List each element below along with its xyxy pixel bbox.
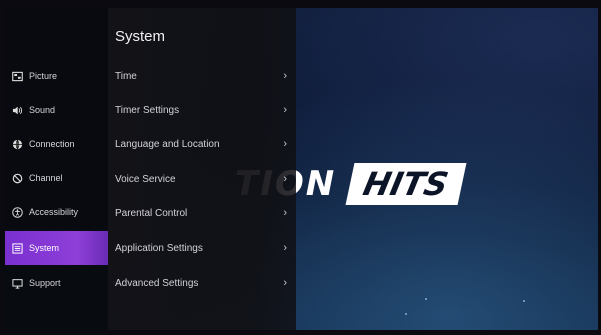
chevron-right-icon: › <box>283 70 287 82</box>
promo-text-hits: HITS <box>345 163 467 205</box>
menu-item-timer-settings[interactable]: Timer Settings › <box>108 93 296 127</box>
menu-item-application-settings[interactable]: Application Settings › <box>108 231 296 265</box>
background-sparkle <box>425 298 427 300</box>
sidebar-item-label: Channel <box>29 173 63 183</box>
menu-item-label: Advanced Settings <box>115 277 199 289</box>
satellite-icon <box>12 173 23 184</box>
sidebar-item-label: System <box>29 243 60 253</box>
chevron-right-icon: › <box>283 207 287 219</box>
menu-item-label: Language and Location <box>115 138 220 150</box>
chevron-right-icon: › <box>283 173 287 185</box>
sound-icon <box>12 105 23 116</box>
menu-item-language-and-location[interactable]: Language and Location › <box>108 127 296 161</box>
sidebar-item-label: Sound <box>29 105 56 115</box>
screen-content: TION HITS Picture Sound <box>5 8 598 330</box>
sidebar-item-accessibility[interactable]: Accessibility <box>5 195 108 229</box>
support-icon <box>12 278 23 289</box>
sidebar-item-system[interactable]: System <box>5 231 108 265</box>
sidebar-item-sound[interactable]: Sound <box>5 93 108 127</box>
sidebar-item-connection[interactable]: Connection <box>5 127 108 161</box>
picture-icon <box>12 71 23 82</box>
settings-category-sidebar: Picture Sound Connection Channel Accessi… <box>5 8 108 330</box>
panel-title: System <box>115 28 166 45</box>
sidebar-item-label: Accessibility <box>29 207 79 217</box>
menu-item-label: Parental Control <box>115 207 188 219</box>
system-submenu-panel: System Time › Timer Settings › Language … <box>108 8 296 330</box>
chevron-right-icon: › <box>283 104 287 116</box>
sidebar-item-support[interactable]: Support <box>5 266 108 300</box>
menu-item-advanced-settings[interactable]: Advanced Settings › <box>108 266 296 300</box>
menu-item-time[interactable]: Time › <box>108 59 296 93</box>
chevron-right-icon: › <box>283 138 287 150</box>
accessibility-icon <box>12 206 23 218</box>
menu-item-label: Voice Service <box>115 173 176 185</box>
background-sparkle <box>523 300 525 302</box>
sidebar-item-channel[interactable]: Channel <box>5 161 108 195</box>
tv-frame: TION HITS Picture Sound <box>0 0 601 335</box>
globe-icon <box>12 139 23 150</box>
sidebar-item-label: Connection <box>29 139 75 149</box>
menu-item-voice-service[interactable]: Voice Service › <box>108 162 296 196</box>
menu-item-parental-control[interactable]: Parental Control › <box>108 196 296 230</box>
menu-item-label: Application Settings <box>115 242 203 254</box>
menu-item-label: Time <box>115 70 137 82</box>
system-icon <box>12 242 23 254</box>
background-sparkle <box>405 313 407 315</box>
chevron-right-icon: › <box>283 277 287 289</box>
sidebar-item-label: Picture <box>29 71 58 81</box>
sidebar-item-label: Support <box>29 278 61 288</box>
menu-item-label: Timer Settings <box>115 104 180 116</box>
chevron-right-icon: › <box>283 242 287 254</box>
sidebar-item-picture[interactable]: Picture <box>5 59 108 93</box>
